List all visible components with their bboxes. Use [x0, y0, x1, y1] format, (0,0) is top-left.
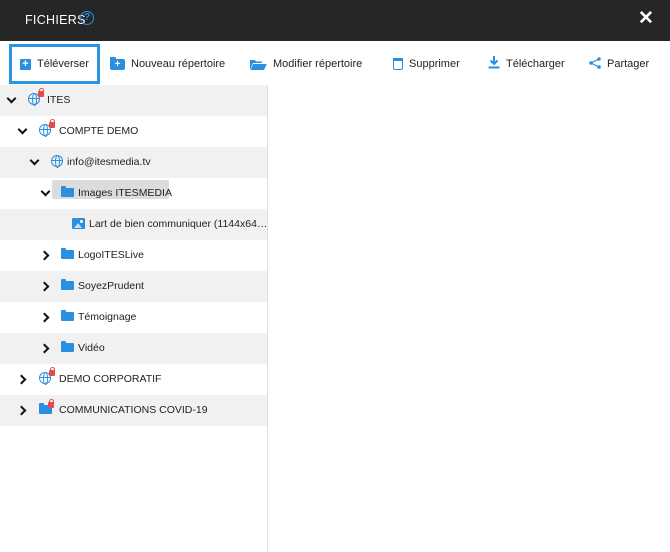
tree-node-compte-demo[interactable]: COMPTE DEMO — [0, 116, 267, 147]
dialog-titlebar: FICHIERS ? ✕ — [0, 0, 670, 41]
toolbar: + Téléverser + Nouveau répertoire Modifi… — [0, 43, 670, 86]
chevron-right-icon[interactable] — [40, 311, 52, 323]
tree-node-label: COMMUNICATIONS COVID-19 — [59, 404, 208, 416]
folder-tree: ITES COMPTE DEMO info@itesmedia.tv Image… — [0, 85, 268, 552]
tree-node-soyezprudent[interactable]: SoyezPrudent — [0, 271, 267, 302]
tree-node-label: SoyezPrudent — [78, 280, 144, 292]
folder-plus-icon: + — [110, 56, 125, 70]
folder-icon — [61, 186, 74, 197]
tree-node-label: ITES — [47, 94, 71, 106]
folder-icon — [61, 310, 74, 321]
upload-button[interactable]: + Téléverser — [9, 44, 100, 84]
preview-pane — [268, 85, 670, 552]
chevron-right-icon[interactable] — [40, 249, 52, 261]
globe-lock-icon — [28, 88, 44, 106]
tree-node-demo-corporatif[interactable]: DEMO CORPORATIF — [0, 364, 267, 395]
share-label: Partager — [607, 58, 650, 70]
folder-icon — [61, 248, 74, 259]
chevron-down-icon[interactable] — [40, 187, 52, 199]
tree-node-image-file[interactable]: Lart de bien communiquer (1144x64… — [0, 209, 267, 240]
tree-node-label: Témoignage — [78, 311, 137, 323]
new-folder-button[interactable]: + Nouveau répertoire — [110, 43, 225, 85]
tree-node-label: COMPTE DEMO — [59, 125, 139, 137]
question-circle-icon[interactable]: ? — [80, 11, 94, 25]
tree-node-images-itesmedia[interactable]: Images ITESMEDIA — [0, 178, 267, 209]
download-button[interactable]: Télécharger — [488, 43, 565, 85]
download-label: Télécharger — [506, 58, 565, 70]
chevron-right-icon[interactable] — [17, 404, 29, 416]
plus-icon: + — [20, 58, 31, 70]
globe-lock-icon — [39, 367, 55, 385]
chevron-down-icon[interactable] — [29, 156, 41, 168]
chevron-down-icon[interactable] — [6, 94, 18, 106]
close-icon[interactable]: ✕ — [638, 9, 654, 28]
chevron-down-icon[interactable] — [17, 125, 29, 137]
share-icon — [589, 56, 601, 72]
chevron-right-icon[interactable] — [40, 342, 52, 354]
tree-node-label: info@itesmedia.tv — [67, 156, 151, 168]
globe-lock-icon — [39, 119, 55, 137]
folder-lock-icon — [39, 399, 54, 414]
chevron-right-icon[interactable] — [17, 373, 29, 385]
tree-node-temoignage[interactable]: Témoignage — [0, 302, 267, 333]
trash-icon — [393, 58, 403, 70]
edit-folder-label: Modifier répertoire — [273, 58, 363, 70]
image-icon — [72, 218, 85, 229]
upload-label: Téléverser — [37, 58, 89, 70]
tree-node-label: Images ITESMEDIA — [78, 187, 172, 199]
download-icon — [488, 56, 500, 72]
globe-icon — [51, 155, 63, 168]
tree-node-logoiteslive[interactable]: LogoITESLive — [0, 240, 267, 271]
tree-node-label: LogoITESLive — [78, 249, 144, 261]
delete-button[interactable]: Supprimer — [393, 43, 460, 85]
tree-node-account[interactable]: info@itesmedia.tv — [0, 147, 267, 178]
edit-folder-button[interactable]: Modifier répertoire — [250, 43, 362, 85]
folder-open-icon — [250, 59, 267, 70]
delete-label: Supprimer — [409, 58, 460, 70]
tree-node-label: Vidéo — [78, 342, 105, 354]
chevron-right-icon[interactable] — [40, 280, 52, 292]
share-button[interactable]: Partager — [589, 43, 649, 85]
folder-icon — [61, 279, 74, 290]
new-folder-label: Nouveau répertoire — [131, 58, 226, 70]
tree-node-label: Lart de bien communiquer (1144x64… — [89, 218, 268, 230]
tree-node-video[interactable]: Vidéo — [0, 333, 267, 364]
tree-node-communications-covid[interactable]: COMMUNICATIONS COVID-19 — [0, 395, 267, 426]
dialog-title: FICHIERS — [25, 13, 86, 27]
tree-node-ites[interactable]: ITES — [0, 85, 267, 116]
tree-node-label: DEMO CORPORATIF — [59, 373, 162, 385]
folder-icon — [61, 341, 74, 352]
